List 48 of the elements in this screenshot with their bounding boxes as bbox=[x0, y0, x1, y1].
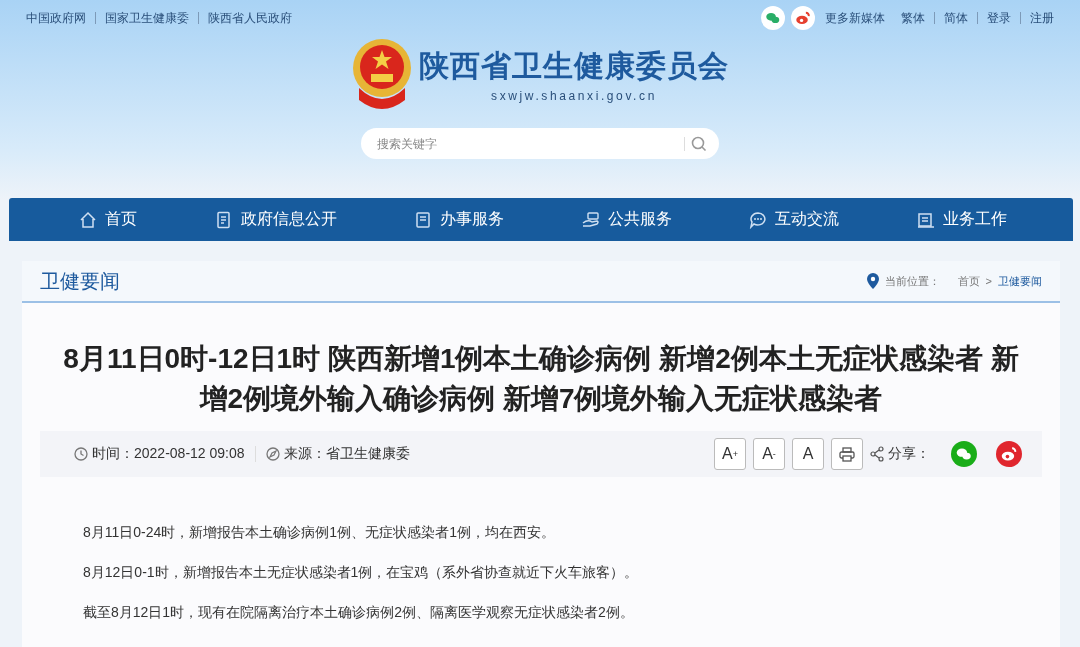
weibo-icon bbox=[791, 6, 815, 30]
emblem-logo bbox=[351, 38, 413, 110]
article-paragraph: 8月12日0-1时，新增报告本土无症状感染者1例，在宝鸡（系外省协查就近下火车旅客）。 bbox=[83, 563, 640, 581]
compass-icon bbox=[265, 447, 280, 461]
chat-icon bbox=[749, 210, 768, 229]
top-link[interactable]: 注册 bbox=[1030, 9, 1054, 27]
breadcrumb-link[interactable]: 首页 bbox=[957, 273, 980, 289]
nav-item[interactable]: 互动交流 bbox=[743, 198, 846, 241]
top-link[interactable]: 登录 bbox=[987, 9, 1011, 27]
nav-item[interactable]: 公共服务 bbox=[575, 198, 678, 241]
font-size-button[interactable]: A bbox=[792, 438, 824, 470]
printer-icon bbox=[839, 446, 855, 462]
wechat-icon[interactable] bbox=[951, 441, 977, 467]
nav-item[interactable]: 办事服务 bbox=[408, 198, 511, 241]
share-label: 分享： bbox=[888, 445, 930, 463]
nav-item[interactable]: 政府信息公开 bbox=[208, 198, 343, 241]
publish-time: 时间：2022-08-12 09:08 bbox=[92, 445, 245, 463]
nav-item[interactable]: 业务工作 bbox=[910, 198, 1013, 241]
location-pin-icon bbox=[866, 273, 879, 289]
hand-icon bbox=[581, 210, 600, 229]
top-link[interactable]: 国家卫生健康委 bbox=[105, 9, 189, 27]
clock-icon bbox=[74, 447, 88, 461]
article-paragraph: 8月11日0-24时，新增报告本土确诊病例1例、无症状感染者1例，均在西安。 bbox=[83, 523, 556, 541]
home-icon bbox=[79, 210, 97, 229]
site-domain: sxwjw.shaanxi.gov.cn bbox=[490, 88, 658, 103]
source-text: 来源：省卫生健康委 bbox=[283, 445, 410, 463]
top-link[interactable]: 陕西省人民政府 bbox=[208, 9, 292, 27]
weibo-icon[interactable] bbox=[996, 441, 1022, 467]
top-link[interactable]: 简体 bbox=[944, 9, 968, 27]
share-icon bbox=[870, 446, 884, 462]
more-media-link[interactable]: 更多新媒体 bbox=[825, 9, 885, 27]
section-title: 卫健要闻 bbox=[40, 268, 120, 294]
location-label: 当前位置： bbox=[884, 273, 940, 289]
search-field[interactable]: 搜索关键字 bbox=[361, 128, 719, 159]
site-name: 陕西省卫生健康委员会 bbox=[419, 46, 729, 85]
folder-icon bbox=[916, 210, 935, 229]
search-icon bbox=[691, 136, 707, 152]
top-link[interactable]: 中国政府网 bbox=[26, 9, 86, 27]
nav-item[interactable]: 首页 bbox=[73, 198, 143, 241]
print-button[interactable] bbox=[831, 438, 863, 470]
document-icon bbox=[214, 210, 233, 229]
top-link[interactable]: 繁体 bbox=[901, 9, 925, 27]
breadcrumb-separator: > bbox=[985, 275, 992, 287]
article-paragraph: 截至8月12日1时，现有在院隔离治疗本土确诊病例2例、隔离医学观察无症状感染者2例。 bbox=[83, 603, 635, 621]
wechat-icon bbox=[761, 6, 785, 30]
article-title: 8月11日0时-12日1时 陕西新增1例本土确诊病例 新增2例本土无症状感染者 新增2例境外输入确诊病例 新增7例境外输入无症状感染者 bbox=[62, 342, 1020, 416]
breadcrumb-link[interactable]: 卫健要闻 bbox=[998, 273, 1042, 289]
book-icon bbox=[414, 210, 433, 229]
